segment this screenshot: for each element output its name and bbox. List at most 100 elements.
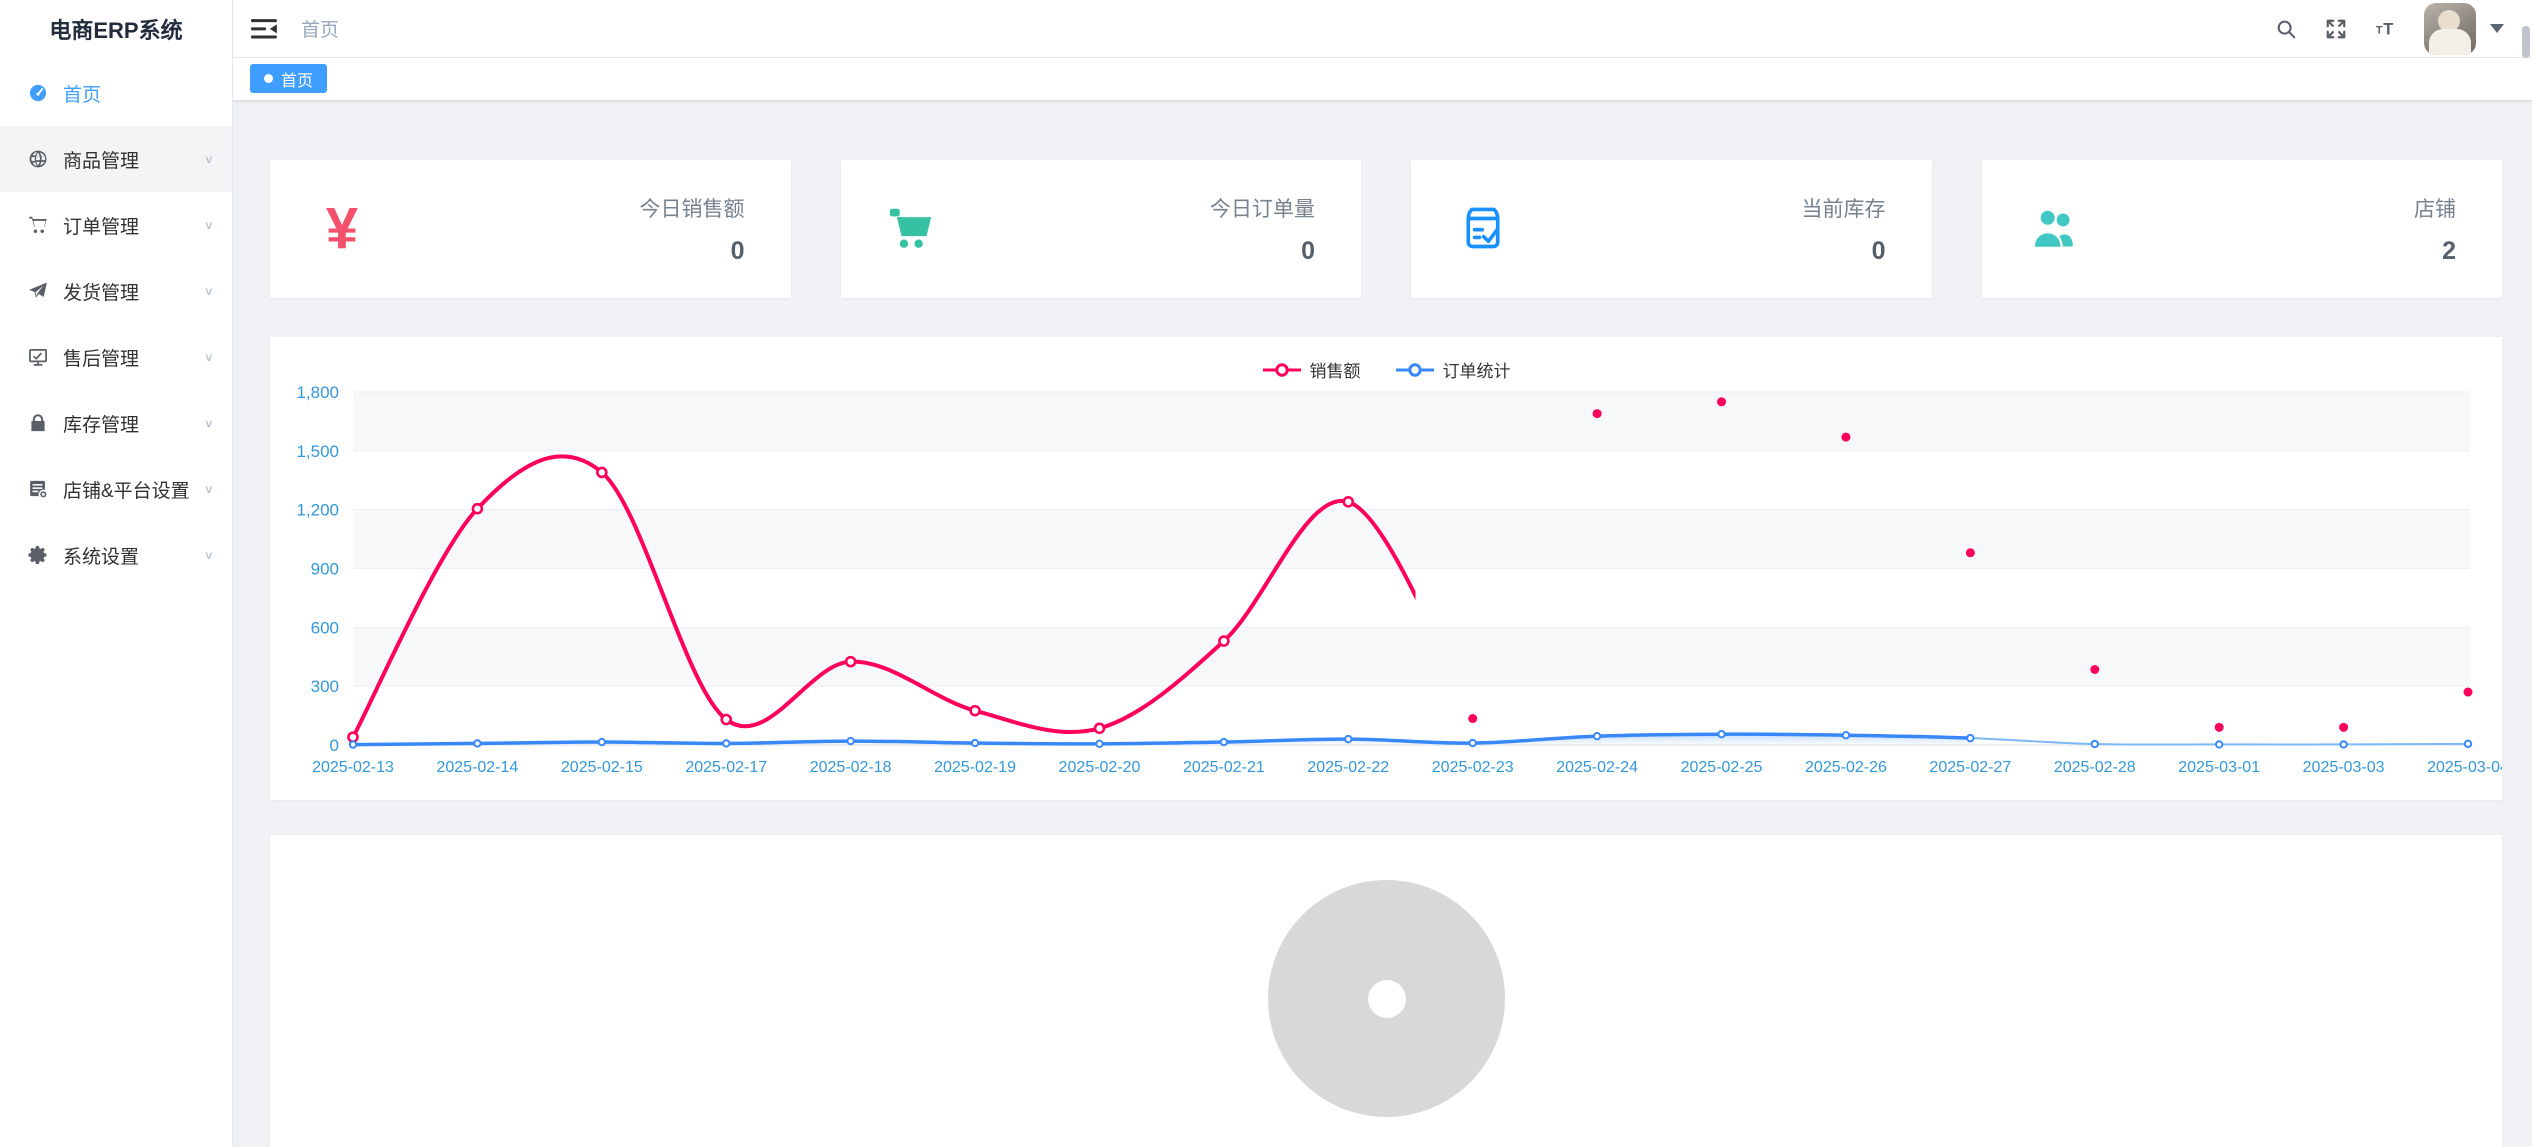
chevron-down-icon: ∨ (204, 152, 214, 166)
y-axis-label: 1,500 (296, 442, 339, 461)
orders-data-point[interactable] (723, 740, 729, 746)
legend-item-1[interactable]: 订单统计 (1395, 357, 1511, 382)
orders-data-point[interactable] (972, 740, 978, 746)
orders-data-point[interactable] (1096, 741, 1102, 747)
legend-item-0[interactable]: 销售额 (1262, 357, 1361, 382)
orders-data-point[interactable] (2216, 741, 2222, 747)
sales-data-point[interactable] (971, 706, 980, 715)
sales-data-point[interactable] (1219, 637, 1228, 646)
orders-data-point[interactable] (474, 740, 480, 746)
sidebar-item-5[interactable]: 库存管理∨ (0, 390, 232, 456)
caret-down-icon[interactable] (2490, 24, 2504, 33)
orders-data-point[interactable] (1470, 740, 1476, 746)
shipping-send-icon (27, 280, 49, 302)
y-axis-label: 600 (311, 618, 339, 637)
shop-platform-settings-icon (27, 478, 49, 500)
orders-data-point[interactable] (2340, 741, 2346, 747)
stat-value: 0 (1210, 237, 1315, 266)
orders-data-point[interactable] (599, 739, 605, 745)
sidebar-item-2[interactable]: 订单管理 ∨ (0, 192, 232, 258)
sales-data-point[interactable] (2339, 723, 2348, 732)
sidebar-item-label: 售后管理 (63, 344, 139, 371)
fullscreen-icon[interactable] (2324, 17, 2348, 41)
sales-data-point[interactable] (1593, 409, 1602, 418)
x-axis-label: 2025-02-25 (1681, 759, 1763, 776)
goods-globe-icon (27, 148, 49, 170)
sidebar-item-3[interactable]: 发货管理∨ (0, 258, 232, 324)
font-size-icon[interactable]: T T (2374, 17, 2398, 41)
orders-data-point[interactable] (1594, 733, 1600, 739)
orders-data-point[interactable] (1221, 739, 1227, 745)
stat-card-0[interactable]: ¥今日销售额0 (270, 160, 791, 298)
stat-card-2[interactable]: 当前库存0 (1411, 160, 1932, 298)
sidebar-item-6[interactable]: 店铺&平台设置∨ (0, 456, 232, 522)
y-axis-label: 1,800 (296, 383, 339, 402)
sales-data-point[interactable] (1717, 397, 1726, 406)
sidebar-item-1[interactable]: 商品管理∨ (0, 126, 232, 192)
sales-data-point[interactable] (1966, 548, 1975, 557)
sales-data-point[interactable] (473, 504, 482, 513)
x-axis-label: 2025-02-28 (2054, 759, 2136, 776)
sidebar-item-label: 发货管理 (63, 278, 139, 305)
sales-data-point[interactable] (597, 468, 606, 477)
orders-data-point[interactable] (2465, 741, 2471, 747)
page-scrollbar-thumb[interactable] (2522, 26, 2530, 58)
pie-chart-panel (270, 835, 2502, 1147)
sidebar-item-label: 首页 (63, 80, 101, 107)
sidebar-item-0[interactable]: 首页 (0, 60, 232, 126)
orders-line (353, 734, 2468, 744)
stat-label: 今日销售额 (640, 193, 745, 223)
tag-home[interactable]: 首页 (250, 64, 327, 93)
y-axis-label: 0 (330, 736, 339, 755)
chevron-down-icon: ∨ (204, 482, 214, 496)
legend-label: 订单统计 (1443, 357, 1511, 382)
orders-data-point[interactable] (350, 741, 356, 747)
sidebar-item-4[interactable]: 售后管理 ∨ (0, 324, 232, 390)
app-logo-title: 电商ERP系统 (0, 0, 232, 57)
x-axis-label: 2025-02-21 (1183, 759, 1265, 776)
sales-data-point[interactable] (846, 657, 855, 666)
legend-marker-icon (1395, 363, 1435, 377)
sales-data-point[interactable] (2464, 688, 2473, 697)
sidebar-item-7[interactable]: 系统设置∨ (0, 522, 232, 588)
shops-users-icon (2024, 199, 2084, 259)
search-icon[interactable] (2274, 17, 2298, 41)
legend-label: 销售额 (1310, 357, 1361, 382)
stat-card-3[interactable]: 店铺2 (1982, 160, 2503, 298)
stat-card-1[interactable]: 今日订单量0 (841, 160, 1362, 298)
x-axis-label: 2025-02-27 (1929, 759, 2011, 776)
breadcrumb[interactable]: 首页 (301, 15, 339, 42)
orders-data-point[interactable] (847, 738, 853, 744)
x-axis-label: 2025-02-19 (934, 759, 1016, 776)
sales-data-point[interactable] (2215, 723, 2224, 732)
orders-data-point[interactable] (1345, 736, 1351, 742)
sales-data-point[interactable] (1841, 433, 1850, 442)
sidebar-menu: 首页商品管理∨订单管理∨发货管理∨售后管理∨库存管理∨店铺&平台设置∨系统设置∨ (0, 60, 232, 588)
orders-data-point[interactable] (1718, 731, 1724, 737)
chevron-down-icon: ∨ (204, 218, 214, 232)
x-axis-label: 2025-02-22 (1307, 759, 1389, 776)
x-axis-label: 2025-02-15 (561, 759, 643, 776)
chart-legend: 销售额 订单统计 (270, 357, 2502, 382)
sales-data-point[interactable] (2090, 665, 2099, 674)
user-avatar[interactable] (2424, 3, 2476, 55)
x-axis-label: 2025-03-01 (2178, 759, 2260, 776)
sales-data-point[interactable] (1468, 714, 1477, 723)
pie-chart-hole (1368, 980, 1406, 1018)
x-axis-label: 2025-02-17 (685, 759, 767, 776)
orders-data-point[interactable] (1843, 732, 1849, 738)
orders-data-point[interactable] (1967, 735, 1973, 741)
stat-cards-row: ¥今日销售额0今日订单量0当前库存0店铺2 (270, 160, 2502, 298)
sales-data-point[interactable] (349, 733, 358, 742)
sales-data-point[interactable] (1095, 724, 1104, 733)
sidebar-item-label: 订单管理 (63, 212, 139, 239)
sidebar-collapse-icon[interactable] (251, 17, 279, 41)
chevron-down-icon: ∨ (204, 350, 214, 364)
x-axis-label: 2025-03-04 (2427, 759, 2502, 776)
active-tag-dot (264, 74, 273, 83)
sales-data-point[interactable] (1344, 497, 1353, 506)
stat-label: 当前库存 (1802, 193, 1886, 223)
navbar-actions: T T (2274, 3, 2532, 55)
sales-data-point[interactable] (722, 715, 731, 724)
orders-data-point[interactable] (2092, 741, 2098, 747)
